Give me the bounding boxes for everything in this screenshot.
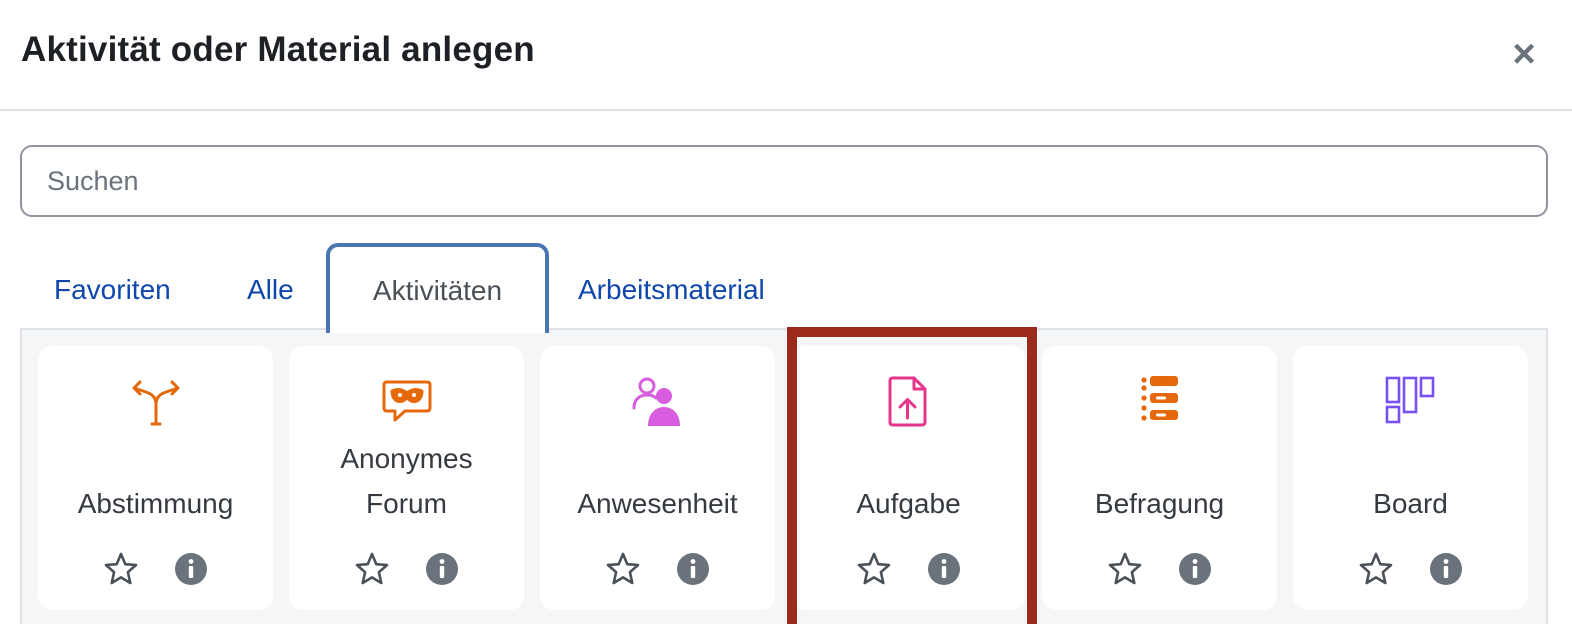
info-icon[interactable] <box>172 550 210 588</box>
module-card-aufgabe[interactable]: Aufgabe <box>791 346 1026 610</box>
module-card-abstimmung[interactable]: Abstimmung <box>38 346 273 610</box>
module-label: Befragung <box>1094 488 1225 519</box>
module-card-befragung[interactable]: Befragung <box>1042 346 1277 610</box>
star-icon[interactable] <box>855 550 893 588</box>
info-icon[interactable] <box>925 550 963 588</box>
module-label: Board <box>1373 488 1448 519</box>
attendance-icon <box>630 374 686 430</box>
star-icon[interactable] <box>353 550 391 588</box>
info-icon[interactable] <box>423 550 461 588</box>
module-label: Anwesenheit <box>577 488 738 519</box>
module-card-board[interactable]: Board <box>1293 346 1528 610</box>
info-icon[interactable] <box>1427 550 1465 588</box>
star-icon[interactable] <box>102 550 140 588</box>
search-input[interactable] <box>20 145 1548 217</box>
board-icon <box>1383 374 1439 430</box>
dialog-header: Aktivität oder Material anlegen × <box>0 0 1572 111</box>
tab-favoriten[interactable]: Favoriten <box>54 243 171 333</box>
choice-icon <box>128 374 184 430</box>
module-card-anonymes-forum[interactable]: Anonymes Forum <box>289 346 524 610</box>
info-icon[interactable] <box>674 550 712 588</box>
star-icon[interactable] <box>604 550 642 588</box>
assignment-upload-icon <box>881 374 937 430</box>
module-label: Abstimmung <box>77 488 234 519</box>
feedback-list-icon <box>1132 374 1188 430</box>
tab-alle[interactable]: Alle <box>247 243 294 333</box>
module-card-anwesenheit[interactable]: Anwesenheit <box>540 346 775 610</box>
star-icon[interactable] <box>1357 550 1395 588</box>
tab-bar: Favoriten Alle Aktivitäten Arbeitsmateri… <box>20 243 1548 333</box>
close-button[interactable]: × <box>1506 34 1542 74</box>
star-icon[interactable] <box>1106 550 1144 588</box>
module-label: Aufgabe <box>856 488 961 519</box>
tab-aktivitaeten[interactable]: Aktivitäten <box>326 243 549 333</box>
anonymous-forum-icon <box>379 374 435 430</box>
dialog-title: Aktivität oder Material anlegen <box>21 30 535 69</box>
info-icon[interactable] <box>1176 550 1214 588</box>
tab-arbeitsmaterial[interactable]: Arbeitsmaterial <box>578 243 765 333</box>
module-label: Anonymes Forum <box>340 443 473 519</box>
